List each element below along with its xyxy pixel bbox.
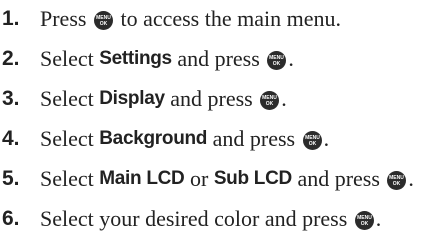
menu-ok-key-icon: MENU OK (387, 170, 407, 190)
step-3: 3. Select Display and press MENU OK . (0, 82, 440, 116)
menu-option-main-lcd: Main LCD (99, 168, 185, 189)
step-text-part: . (288, 46, 294, 71)
step-number: 2. (2, 47, 20, 70)
menu-ok-key-icon: MENU OK (93, 10, 113, 30)
step-text-part: and press (164, 86, 259, 111)
key-line2: OK (361, 221, 369, 227)
step-text-part: and press (207, 126, 301, 151)
step-2: 2. Select Settings and press MENU OK . (0, 42, 440, 76)
step-text: Select Settings and press MENU OK . (40, 46, 294, 72)
key-line2: OK (393, 181, 401, 187)
step-text-part: Select (40, 166, 100, 191)
step-number: 4. (2, 127, 20, 150)
key-line2: OK (100, 21, 108, 27)
step-text: Select your desired color and press MENU… (40, 206, 381, 232)
step-text-part: and press (291, 166, 386, 191)
step-number: 6. (2, 207, 20, 230)
step-text-part: . (375, 206, 382, 231)
step-text-part: Select (40, 126, 100, 151)
menu-option-settings: Settings (99, 48, 172, 69)
step-4: 4. Select Background and press MENU OK . (0, 122, 440, 156)
step-text: Select Main LCD or Sub LCD and press MEN… (40, 166, 414, 192)
step-text-part: . (408, 166, 414, 191)
step-text-part: Select (40, 86, 100, 111)
step-number: 3. (2, 87, 20, 110)
step-number: 1. (2, 7, 20, 30)
step-text: Press MENU OK to access the main menu. (40, 6, 341, 32)
menu-option-display: Display (99, 88, 165, 109)
key-line2: OK (273, 61, 281, 67)
step-text: Select Display and press MENU OK . (40, 86, 287, 112)
step-text-part: Select (40, 46, 100, 71)
step-text-part: and press (171, 46, 266, 71)
instruction-steps: 1. Press MENU OK to access the main menu… (0, 0, 440, 245)
step-text-part: Press (40, 6, 92, 31)
menu-ok-key-icon: MENU OK (354, 210, 374, 230)
menu-ok-key-icon: MENU OK (267, 50, 287, 70)
key-line2: OK (308, 141, 316, 147)
step-5: 5. Select Main LCD or Sub LCD and press … (0, 162, 440, 196)
key-line2: OK (266, 101, 274, 107)
step-text-part: . (281, 86, 287, 111)
menu-ok-key-icon: MENU OK (302, 130, 322, 150)
menu-option-background: Background (99, 128, 208, 149)
step-1: 1. Press MENU OK to access the main menu… (0, 2, 440, 36)
step-number: 5. (2, 167, 20, 190)
step-text-part: Select your desired color and press (40, 206, 353, 231)
step-text-part: . (323, 126, 330, 151)
menu-option-sub-lcd: Sub LCD (213, 168, 292, 189)
step-text-part: to access the main menu. (114, 6, 341, 31)
menu-ok-key-icon: MENU OK (260, 90, 280, 110)
step-text: Select Background and press MENU OK . (40, 126, 329, 152)
step-text-part: or (184, 166, 214, 191)
step-6: 6. Select your desired color and press M… (0, 202, 440, 236)
